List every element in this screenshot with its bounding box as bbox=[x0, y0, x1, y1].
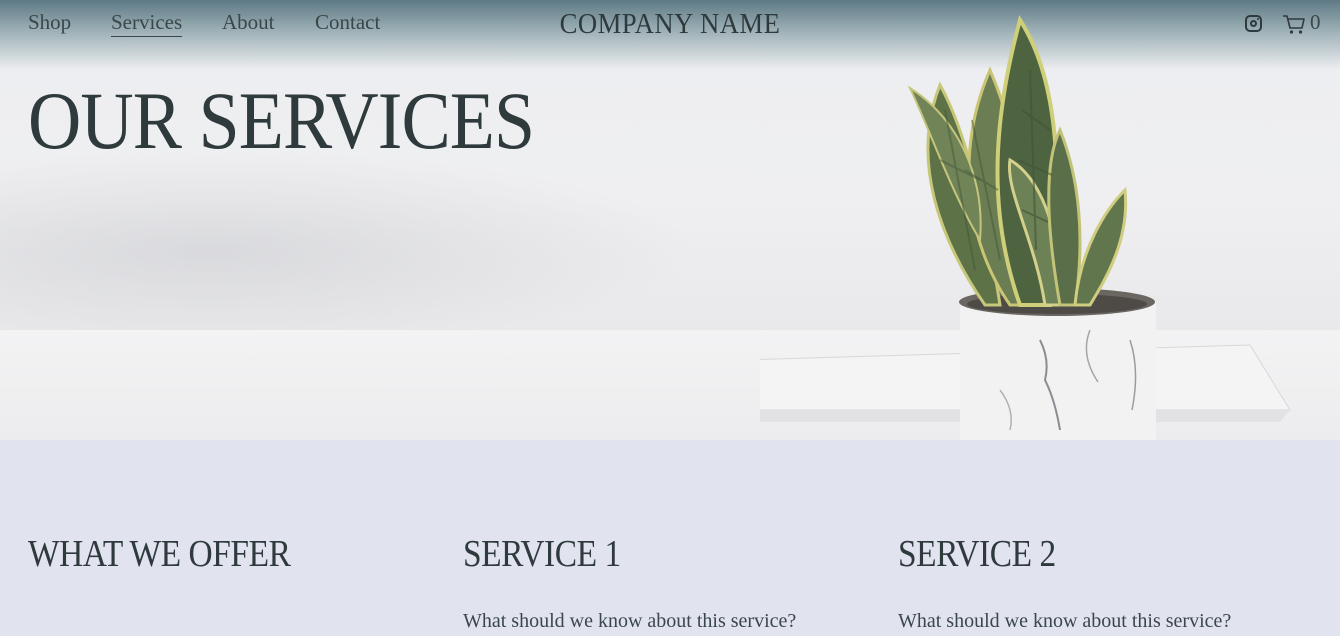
plant-image bbox=[760, 15, 1291, 440]
top-nav: Shop Services About Contact COMPANY NAME… bbox=[0, 0, 1340, 48]
offer-heading: WHAT WE OFFER bbox=[28, 533, 291, 575]
instagram-icon[interactable] bbox=[1245, 15, 1262, 32]
page-title: OUR SERVICES bbox=[28, 75, 535, 166]
cart-icon[interactable] bbox=[1282, 13, 1306, 35]
cart-count[interactable]: 0 bbox=[1310, 10, 1321, 35]
offer-section: WHAT WE OFFER SERVICE 1 What should we k… bbox=[0, 440, 1340, 636]
hero-banner: OUR SERVICES bbox=[0, 0, 1340, 440]
service-2-description: What should we know about this service? bbox=[898, 610, 1232, 632]
leaf-shadow bbox=[0, 150, 700, 350]
brand-name[interactable]: COMPANY NAME bbox=[54, 8, 1287, 41]
service-1-title: SERVICE 1 bbox=[463, 533, 621, 575]
service-2-title: SERVICE 2 bbox=[898, 533, 1056, 575]
service-1-description: What should we know about this service? bbox=[463, 610, 797, 632]
